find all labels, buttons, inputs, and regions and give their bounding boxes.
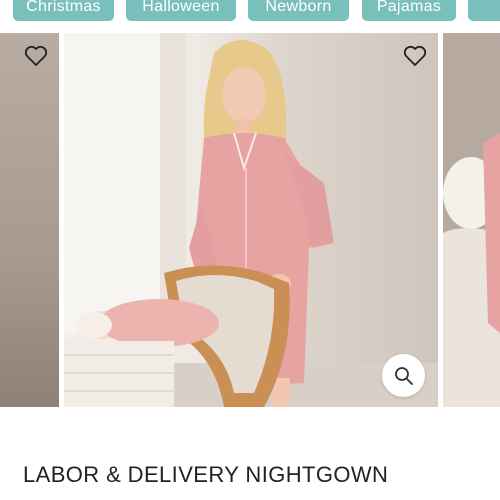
product-title: LABOR & DELIVERY NIGHTGOWN: [23, 462, 389, 487]
heart-icon[interactable]: [24, 45, 48, 67]
heart-icon[interactable]: [403, 45, 427, 67]
magnifier-icon: [394, 366, 413, 385]
product-image-carousel[interactable]: [0, 33, 500, 407]
carousel-slide-current[interactable]: [64, 33, 438, 407]
carousel-slide-previous[interactable]: [0, 33, 59, 407]
category-chip-bar: Christmas Halloween Newborn Pajamas: [0, 0, 500, 22]
zoom-button[interactable]: [382, 354, 425, 397]
chip-halloween[interactable]: Halloween: [126, 0, 236, 21]
chip-next[interactable]: [468, 0, 500, 21]
next-slide-photo: [443, 33, 500, 407]
chip-christmas[interactable]: Christmas: [13, 0, 114, 21]
chip-newborn[interactable]: Newborn: [248, 0, 349, 21]
product-photo: [64, 33, 438, 407]
chip-pajamas[interactable]: Pajamas: [362, 0, 456, 21]
carousel-slide-next[interactable]: [443, 33, 500, 407]
